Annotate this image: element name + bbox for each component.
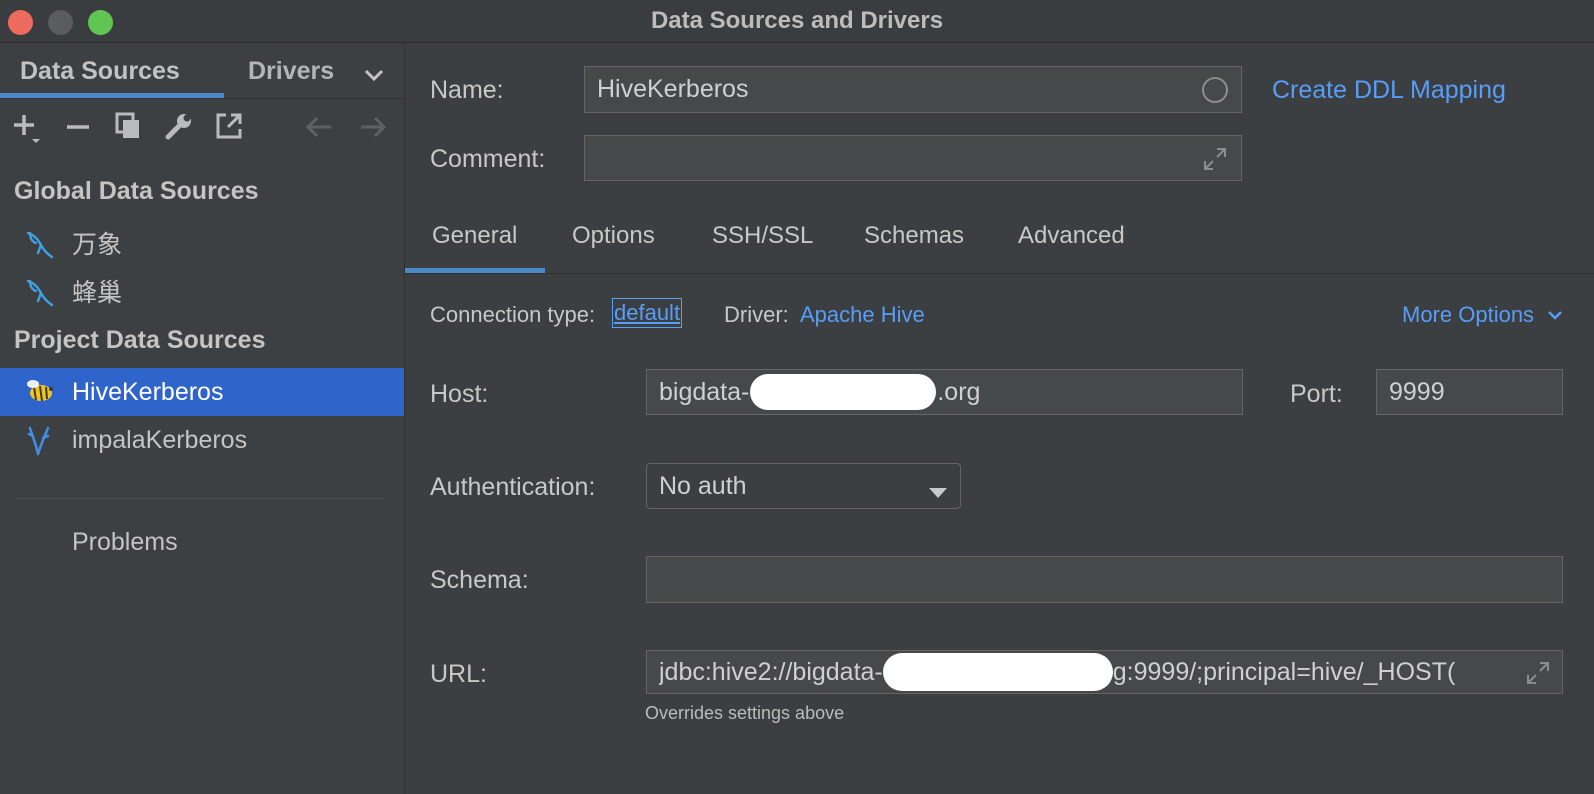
host-suffix: .org [937, 377, 981, 406]
mysql-dolphin-icon [24, 229, 56, 261]
expand-icon[interactable] [1201, 145, 1229, 173]
port-input[interactable]: 9999 [1376, 369, 1563, 415]
expand-icon[interactable] [1524, 659, 1552, 687]
open-external-icon[interactable] [214, 111, 244, 141]
data-source-item[interactable]: impalaKerberos [0, 416, 404, 464]
name-label: Name: [430, 76, 504, 104]
dropdown-arrow-icon [928, 479, 948, 498]
tab-advanced[interactable]: Advanced [1018, 222, 1125, 250]
data-source-label: HiveKerberos [72, 378, 224, 406]
project-data-sources-header: Project Data Sources [14, 326, 266, 354]
duplicate-icon[interactable] [114, 111, 144, 141]
chevron-down-icon[interactable] [1546, 306, 1564, 324]
schema-label: Schema: [430, 566, 529, 594]
back-arrow-icon[interactable] [304, 113, 334, 141]
driver-label: Driver: [724, 302, 789, 327]
redaction-mark [882, 653, 1113, 691]
url-prefix: jdbc:hive2://bigdata- [659, 657, 883, 686]
authentication-select[interactable]: No auth [646, 463, 961, 509]
remove-icon[interactable] [64, 113, 92, 141]
tab-data-sources[interactable]: Data Sources [20, 57, 180, 86]
url-hint: Overrides settings above [645, 703, 845, 723]
hive-bee-icon [24, 376, 56, 408]
tab-options[interactable]: Options [572, 222, 655, 250]
impala-antler-icon [24, 424, 56, 456]
comment-label: Comment: [430, 145, 546, 173]
tab-separator [405, 273, 1594, 274]
tab-schemas[interactable]: Schemas [864, 222, 964, 250]
data-source-label: impalaKerberos [72, 426, 248, 454]
comment-input[interactable] [584, 135, 1242, 181]
panel-divider [16, 498, 384, 499]
authentication-value: No auth [659, 471, 747, 500]
add-icon[interactable] [12, 113, 44, 145]
mysql-dolphin-icon [24, 277, 56, 309]
connection-type-label: Connection type: [430, 302, 596, 327]
authentication-label: Authentication: [430, 473, 596, 501]
host-prefix: bigdata- [659, 377, 750, 406]
tab-separator [0, 98, 404, 99]
global-data-sources-header: Global Data Sources [14, 177, 259, 205]
port-label: Port: [1290, 380, 1343, 408]
create-ddl-mapping-link[interactable]: Create DDL Mapping [1272, 76, 1506, 105]
url-label: URL: [430, 660, 487, 688]
wrench-icon[interactable] [164, 111, 194, 141]
host-value: bigdata- .org [659, 370, 980, 414]
name-value: HiveKerberos [597, 75, 749, 103]
more-options-link[interactable]: More Options [1402, 302, 1534, 328]
host-input[interactable]: bigdata- .org [646, 369, 1243, 415]
tab-general[interactable]: General [432, 222, 517, 250]
left-panel: Data Sources Drivers Global Data Sources… [0, 43, 405, 794]
window-title: Data Sources and Drivers [650, 7, 944, 34]
forward-arrow-icon[interactable] [358, 113, 388, 141]
schema-input[interactable] [646, 556, 1563, 603]
data-source-item[interactable]: 万象 [0, 221, 404, 269]
redaction-mark [750, 374, 937, 410]
url-suffix: g:9999/;principal=hive/_HOST( [1112, 657, 1456, 686]
chevron-down-icon[interactable] [362, 63, 386, 87]
title-bar: Data Sources and Drivers [0, 0, 1594, 43]
port-value: 9999 [1389, 377, 1445, 406]
url-value: jdbc:hive2://bigdata- g:9999/;principal=… [659, 651, 1514, 693]
host-label: Host: [430, 380, 489, 408]
tab-ssh-ssl[interactable]: SSH/SSL [712, 222, 813, 250]
tab-drivers[interactable]: Drivers [248, 57, 334, 86]
data-source-item[interactable]: 蜂巢 [0, 269, 404, 317]
driver-link[interactable]: Apache Hive [800, 302, 925, 328]
connection-type-link[interactable]: default [611, 298, 683, 328]
color-circle-icon[interactable] [1201, 76, 1229, 104]
data-source-item-selected[interactable]: HiveKerberos [0, 368, 404, 416]
name-input[interactable]: HiveKerberos [584, 66, 1242, 113]
url-input[interactable]: jdbc:hive2://bigdata- g:9999/;principal=… [646, 650, 1563, 694]
data-source-label: 万象 [72, 231, 123, 259]
data-source-label: 蜂巢 [72, 279, 123, 307]
problems-item[interactable]: Problems [72, 528, 178, 557]
